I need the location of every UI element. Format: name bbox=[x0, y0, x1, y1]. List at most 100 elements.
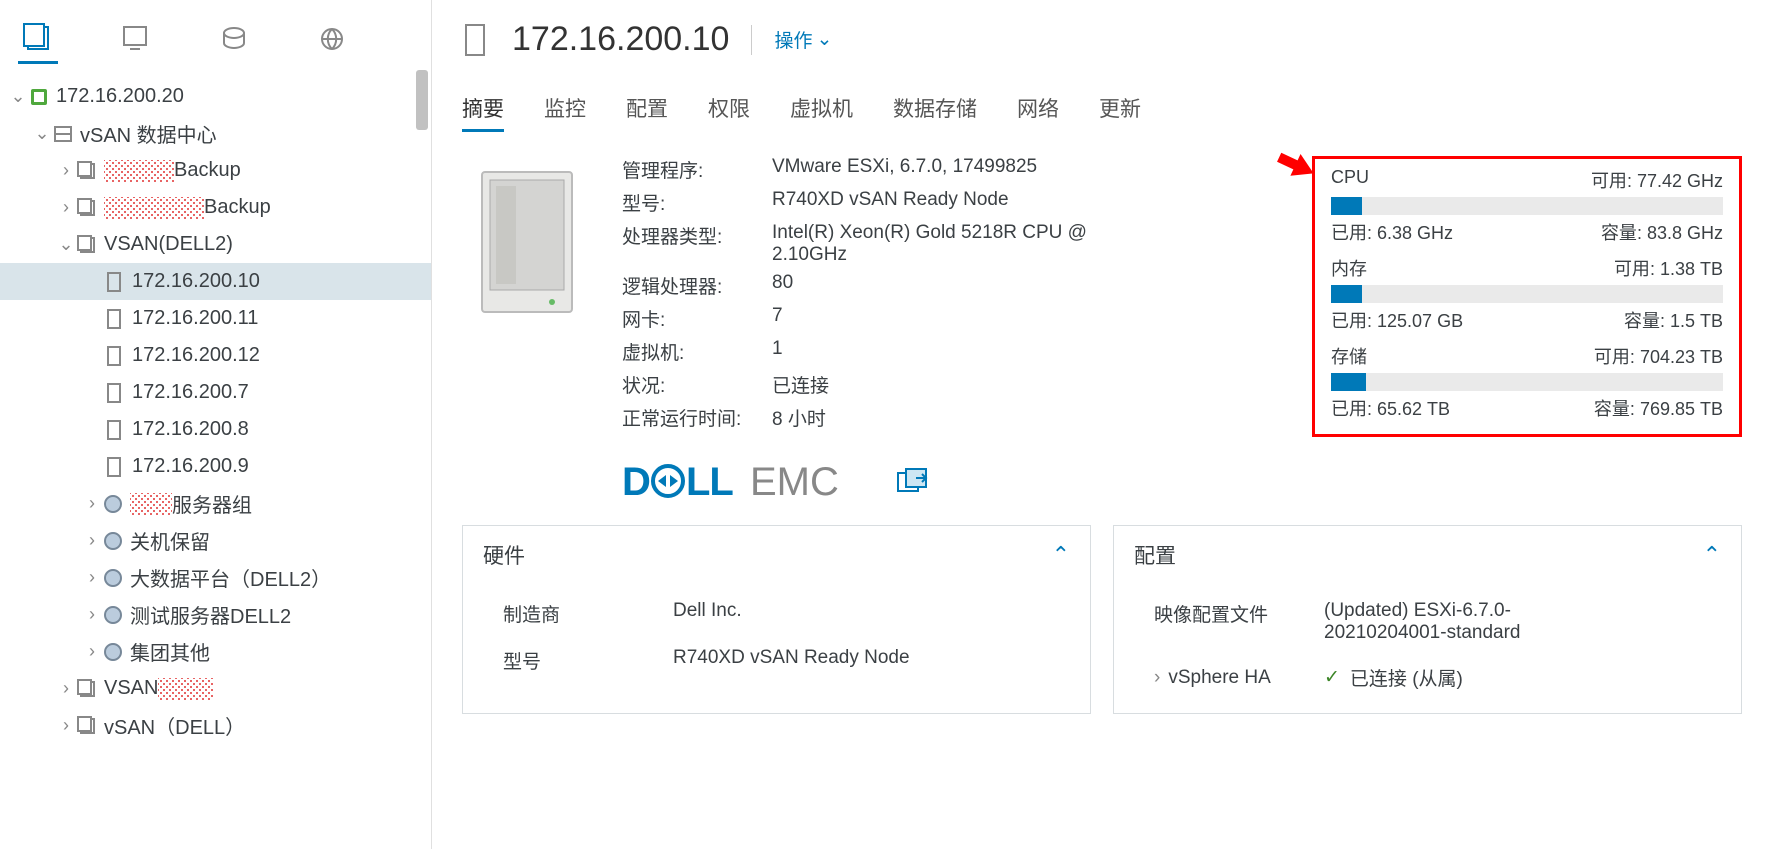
tree-pool[interactable]: › 大数据平台（DELL2） bbox=[0, 559, 431, 596]
svg-text:EMC: EMC bbox=[750, 460, 839, 504]
tab-hosts-clusters-icon[interactable] bbox=[18, 14, 58, 64]
caret-right-icon[interactable]: › bbox=[82, 641, 102, 662]
inventory-tree: ⌄ 172.16.200.20 ⌄ vSAN 数据中心 › Backup › B… bbox=[0, 70, 431, 849]
tree-host[interactable]: 172.16.200.11 bbox=[0, 300, 431, 337]
host-icon bbox=[462, 23, 490, 57]
tree-vapp-vsan-dell2[interactable]: ⌄ VSAN(DELL2) bbox=[0, 226, 431, 263]
value-model: R740XD vSAN Ready Node bbox=[772, 189, 1009, 216]
scrollbar[interactable] bbox=[413, 70, 431, 849]
cfg-ha-value: ✓ 已连接 (从属) bbox=[1324, 664, 1463, 691]
metric-cpu-avail: 可用: 77.42 GHz bbox=[1591, 167, 1723, 193]
redacted-label bbox=[130, 493, 172, 515]
cfg-image-profile-label: 映像配置文件 bbox=[1154, 600, 1324, 644]
tab-datastores[interactable]: 数据存储 bbox=[893, 93, 977, 132]
caret-right-icon[interactable]: › bbox=[82, 567, 102, 588]
tab-vms-icon[interactable] bbox=[116, 14, 156, 64]
card-config-title: 配置 bbox=[1134, 540, 1176, 570]
caret-down-icon[interactable]: ⌄ bbox=[32, 123, 52, 144]
tree-vapp[interactable]: › Backup bbox=[0, 152, 431, 189]
tree-host[interactable]: 172.16.200.8 bbox=[0, 411, 431, 448]
tab-storage-icon[interactable] bbox=[214, 14, 254, 64]
tab-vms[interactable]: 虚拟机 bbox=[790, 93, 853, 132]
caret-right-icon[interactable]: › bbox=[56, 678, 76, 699]
label-nics: 网卡: bbox=[622, 305, 772, 332]
metric-cpu-bar bbox=[1331, 197, 1723, 215]
card-config-body: 映像配置文件(Updated) ESXi-6.7.0-20210204001-s… bbox=[1114, 584, 1741, 713]
page-title: 172.16.200.10 bbox=[512, 20, 729, 59]
tree-datacenter[interactable]: ⌄ vSAN 数据中心 bbox=[0, 115, 431, 152]
summary-kv: 管理程序:VMware ESXi, 6.7.0, 17499825 型号:R74… bbox=[622, 156, 1092, 437]
redacted-label bbox=[104, 197, 204, 219]
tree-host[interactable]: 172.16.200.12 bbox=[0, 337, 431, 374]
caret-right-icon[interactable]: › bbox=[56, 197, 76, 218]
value-logical-cpu: 80 bbox=[772, 272, 793, 299]
tree-host[interactable]: 172.16.200.9 bbox=[0, 448, 431, 485]
vms-icon bbox=[122, 25, 150, 53]
value-hypervisor: VMware ESXi, 6.7.0, 17499825 bbox=[772, 156, 1037, 183]
caret-right-icon[interactable]: › bbox=[82, 604, 102, 625]
resource-pool-icon bbox=[102, 567, 124, 589]
caret-right-icon[interactable]: › bbox=[1154, 667, 1160, 689]
metric-mem-avail: 可用: 1.38 TB bbox=[1614, 255, 1723, 281]
caret-right-icon[interactable]: › bbox=[82, 530, 102, 551]
tree-pool[interactable]: › 关机保留 bbox=[0, 522, 431, 559]
metric-cpu: CPU可用: 77.42 GHz 已用: 6.38 GHz容量: 83.8 GH… bbox=[1331, 167, 1723, 245]
caret-right-icon[interactable]: › bbox=[82, 493, 102, 514]
resource-pool-icon bbox=[102, 493, 124, 515]
metric-storage-cap: 容量: 769.85 TB bbox=[1594, 395, 1723, 421]
tab-network-icon[interactable] bbox=[312, 14, 352, 64]
caret-down-icon[interactable]: ⌄ bbox=[56, 234, 76, 255]
tree-vcenter[interactable]: ⌄ 172.16.200.20 bbox=[0, 78, 431, 115]
hw-manufacturer-label: 制造商 bbox=[503, 600, 673, 627]
metric-storage: 存储可用: 704.23 TB 已用: 65.62 TB容量: 769.85 T… bbox=[1331, 343, 1723, 421]
tree-pool[interactable]: › 服务器组 bbox=[0, 485, 431, 522]
sidebar-tabs bbox=[0, 0, 431, 70]
tab-networks[interactable]: 网络 bbox=[1017, 93, 1059, 132]
tree-vapp[interactable]: › Backup bbox=[0, 189, 431, 226]
card-config-header[interactable]: 配置 ⌃ bbox=[1114, 526, 1741, 584]
datacenter-icon bbox=[52, 123, 74, 145]
actions-dropdown[interactable]: 操作 ⌄ bbox=[774, 26, 832, 53]
value-vms: 1 bbox=[772, 338, 783, 365]
card-hardware-header[interactable]: 硬件 ⌃ bbox=[463, 526, 1090, 584]
vcenter-icon bbox=[28, 86, 50, 108]
tree-vapp[interactable]: › vSAN（DELL） bbox=[0, 707, 431, 744]
annotation-arrow-icon bbox=[1275, 147, 1325, 187]
tab-configure[interactable]: 配置 bbox=[626, 93, 668, 132]
tab-monitor[interactable]: 监控 bbox=[544, 93, 586, 132]
tree-host[interactable]: 172.16.200.7 bbox=[0, 374, 431, 411]
tab-updates[interactable]: 更新 bbox=[1099, 93, 1141, 132]
vapp-icon bbox=[76, 234, 98, 256]
tree-host-selected[interactable]: 172.16.200.10 bbox=[0, 263, 431, 300]
vapp-icon bbox=[76, 678, 98, 700]
check-icon: ✓ bbox=[1324, 666, 1340, 689]
caret-right-icon[interactable]: › bbox=[56, 160, 76, 181]
resource-pool-icon bbox=[102, 641, 124, 663]
caret-down-icon[interactable]: ⌄ bbox=[8, 86, 28, 107]
metric-cpu-title: CPU bbox=[1331, 167, 1369, 193]
host-icon bbox=[104, 308, 126, 330]
metric-storage-used: 已用: 65.62 TB bbox=[1331, 395, 1450, 421]
external-link-icon[interactable] bbox=[896, 467, 930, 497]
chevron-up-icon[interactable]: ⌃ bbox=[1052, 542, 1070, 568]
card-config: 配置 ⌃ 映像配置文件(Updated) ESXi-6.7.0-20210204… bbox=[1113, 525, 1742, 714]
vapp-icon bbox=[76, 197, 98, 219]
cfg-ha-label[interactable]: › vSphere HA bbox=[1154, 664, 1324, 691]
tab-summary[interactable]: 摘要 bbox=[462, 93, 504, 132]
storage-icon bbox=[220, 25, 248, 53]
card-hardware-title: 硬件 bbox=[483, 540, 525, 570]
label-vms: 虚拟机: bbox=[622, 338, 772, 365]
chevron-up-icon[interactable]: ⌃ bbox=[1703, 542, 1721, 568]
metric-mem-bar bbox=[1331, 285, 1723, 303]
tree-vapp[interactable]: › VSAN bbox=[0, 670, 431, 707]
tree-pool[interactable]: › 集团其他 bbox=[0, 633, 431, 670]
detail-tabs: 摘要 监控 配置 权限 虚拟机 数据存储 网络 更新 bbox=[462, 93, 1742, 132]
tab-permissions[interactable]: 权限 bbox=[708, 93, 750, 132]
label-hypervisor: 管理程序: bbox=[622, 156, 772, 183]
host-icon bbox=[104, 382, 126, 404]
scroll-thumb[interactable] bbox=[416, 70, 428, 130]
sidebar: ⌄ 172.16.200.20 ⌄ vSAN 数据中心 › Backup › B… bbox=[0, 0, 432, 849]
caret-right-icon[interactable]: › bbox=[56, 715, 76, 736]
tree-pool[interactable]: › 测试服务器DELL2 bbox=[0, 596, 431, 633]
label-logical-cpu: 逻辑处理器: bbox=[622, 272, 772, 299]
